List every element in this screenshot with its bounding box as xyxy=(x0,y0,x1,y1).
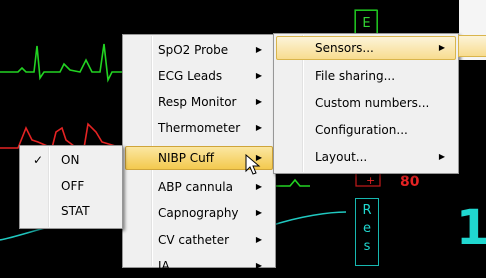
menu-item-ia[interactable]: IA... ▶ xyxy=(125,254,273,278)
menu-item-spo2-probe[interactable]: SpO2 Probe ▶ xyxy=(125,38,273,62)
ecg-waveform-right xyxy=(275,178,310,187)
menu-item-layout[interactable]: Layout... ▶ xyxy=(276,145,456,169)
abp-value-80: 80 xyxy=(400,174,420,190)
submenu-arrow-icon: ▶ xyxy=(255,97,262,106)
settings-menu: Sensors... ▶ File sharing... Custom numb… xyxy=(273,33,459,174)
submenu-arrow-icon: ▶ xyxy=(255,208,262,217)
submenu-arrow-icon: ▶ xyxy=(255,261,262,270)
menu-item-capnography[interactable]: Capnography ▶ xyxy=(125,201,273,225)
menu-item-custom-numbers[interactable]: Custom numbers... xyxy=(276,91,456,115)
submenu-arrow-icon: ▶ xyxy=(438,152,445,161)
menu-item-ecg-leads[interactable]: ECG Leads ▶ xyxy=(125,64,273,88)
submenu-arrow-icon: ▶ xyxy=(255,71,262,80)
check-icon: ✓ xyxy=(33,153,44,167)
menu-item-sensors[interactable]: Sensors... ▶ xyxy=(276,36,456,60)
submenu-arrow-icon: ▶ xyxy=(255,123,262,132)
menu-item-on[interactable]: ✓ ON xyxy=(22,148,120,172)
resp-letter-r: R xyxy=(362,203,372,218)
resp-letter-e: e xyxy=(363,221,371,236)
submenu-arrow-icon: ▶ xyxy=(255,182,262,191)
resp-letter-s: s xyxy=(363,239,371,254)
nibp-submenu: ✓ ON OFF STAT xyxy=(19,145,123,229)
menu-item-stat[interactable]: STAT xyxy=(22,199,120,223)
menu-item-off[interactable]: OFF xyxy=(22,174,120,198)
ecg-waveform xyxy=(0,43,122,83)
menu-item-thermometer[interactable]: Thermometer ▶ xyxy=(125,116,273,140)
menu-item-abp-cannula[interactable]: ABP cannula ▶ xyxy=(125,175,273,199)
submenu-arrow-icon: ▶ xyxy=(438,43,445,52)
submenu-arrow-icon: ▶ xyxy=(255,45,262,54)
mouse-cursor-icon xyxy=(245,154,261,175)
menu-item-cv-catheter[interactable]: CV catheter ▶ xyxy=(125,228,273,252)
resp-label-box: R e s xyxy=(355,198,379,266)
menu-item-resp-monitor[interactable]: Resp Monitor ▶ xyxy=(125,90,273,114)
menu-item-configuration[interactable]: Configuration... xyxy=(276,118,456,142)
menu-item-file-sharing[interactable]: File sharing... xyxy=(276,64,456,88)
next-menu-highlight xyxy=(458,35,486,57)
submenu-arrow-icon: ▶ xyxy=(255,235,262,244)
abp-plus: + xyxy=(366,174,375,187)
resp-big-digit: 1 xyxy=(456,200,486,256)
sensor-context-menu: SpO2 Probe ▶ ECG Leads ▶ Resp Monitor ▶ … xyxy=(122,34,276,273)
